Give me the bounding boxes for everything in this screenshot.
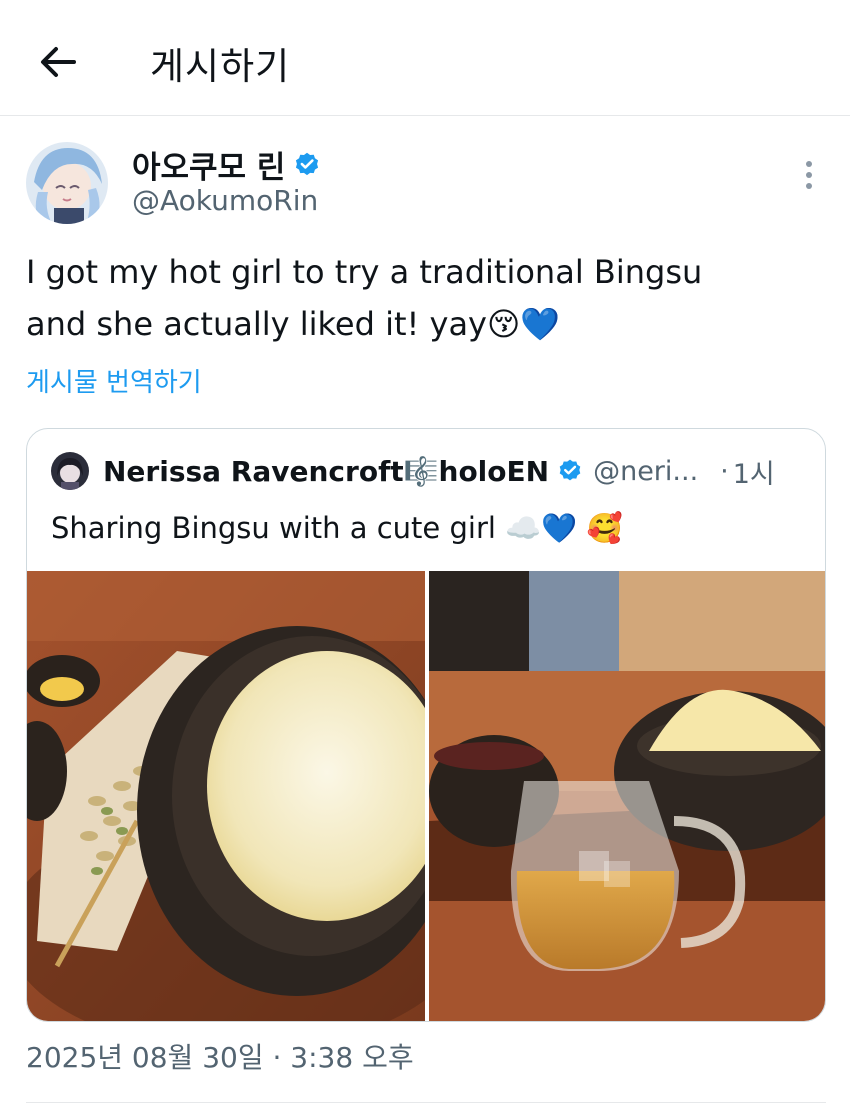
quoted-tweet-card[interactable]: Nerissa Ravencroft🎼holoEN @neri... · 1시 … <box>26 428 826 1022</box>
author-avatar[interactable] <box>26 142 108 224</box>
divider <box>26 1102 826 1103</box>
tweet-text-line-2-text: and she actually liked it! yay <box>26 305 487 343</box>
arrow-left-icon <box>41 47 76 77</box>
quoted-display-name: Nerissa Ravencroft🎼holoEN <box>103 454 550 488</box>
tweet-text-line-1: I got my hot girl to try a traditional B… <box>26 253 703 291</box>
more-options-button[interactable] <box>796 156 822 196</box>
bingsu-tea-photo[interactable] <box>429 571 825 1021</box>
translate-post-link[interactable]: 게시물 번역하기 <box>26 362 202 399</box>
tweet-emojis: 😚💙 <box>486 305 561 343</box>
more-vertical-icon <box>806 161 812 189</box>
bingsu-bowl-photo[interactable] <box>27 571 425 1021</box>
quoted-text-emojis: ☁️💙 🥰 <box>505 511 623 545</box>
page-title: 게시하기 <box>150 45 291 88</box>
author-name-row: 아오쿠모 린 <box>132 142 321 187</box>
back-button[interactable] <box>34 38 82 86</box>
time-separator: · <box>720 455 729 487</box>
quoted-tweet-header: Nerissa Ravencroft🎼holoEN @neri... · 1시 <box>51 451 811 491</box>
quoted-author-avatar <box>51 452 89 490</box>
tweet-text-line-2: and she actually liked it! yay😚💙 <box>26 298 816 350</box>
quoted-handle: @neri... <box>593 455 699 487</box>
quoted-photo-grid <box>27 571 825 1021</box>
quoted-text-body: Sharing Bingsu with a cute girl <box>51 511 496 545</box>
top-app-bar: 게시하기 <box>0 0 850 116</box>
author-handle[interactable]: @AokumoRin <box>132 184 318 217</box>
quoted-tweet-text: Sharing Bingsu with a cute girl ☁️💙 🥰 <box>51 511 623 546</box>
quoted-time: 1시 <box>732 458 775 490</box>
tweet-text: I got my hot girl to try a traditional B… <box>26 246 816 350</box>
verified-badge-icon <box>296 152 319 175</box>
author-display-name[interactable]: 아오쿠모 린 <box>132 142 285 187</box>
tweet-timestamp: 2025년 08월 30일 · 3:38 오후 <box>26 1041 414 1074</box>
verified-badge-icon <box>559 459 581 481</box>
